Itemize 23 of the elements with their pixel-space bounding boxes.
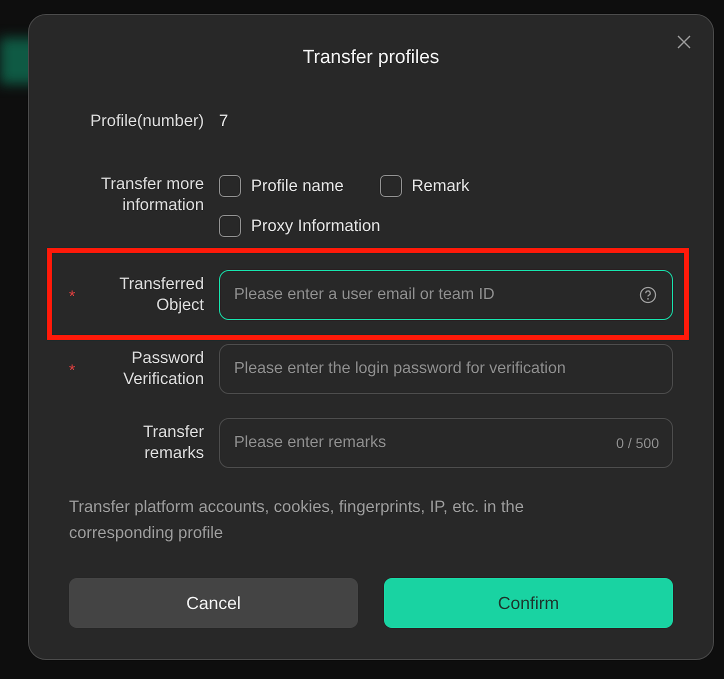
field-label: Password Verification xyxy=(122,348,204,390)
checkbox[interactable] xyxy=(219,215,241,237)
checkbox[interactable] xyxy=(380,175,402,197)
field-label: Transfer remarks xyxy=(142,422,204,464)
character-counter: 0 / 500 xyxy=(616,435,659,451)
checkbox-label: Proxy Information xyxy=(251,216,380,236)
cancel-button[interactable]: Cancel xyxy=(69,578,358,628)
help-icon[interactable] xyxy=(639,286,657,304)
field-label: Transferred Object xyxy=(118,274,204,316)
confirm-button[interactable]: Confirm xyxy=(384,578,673,628)
field-label: Profile(number) xyxy=(90,112,204,130)
dialog-title: Transfer profiles xyxy=(302,47,440,70)
profile-count: 7 xyxy=(219,112,228,131)
input-field[interactable]: Please enter the login password for verification xyxy=(219,344,673,394)
close-icon[interactable] xyxy=(677,35,691,49)
checkbox[interactable] xyxy=(219,175,241,197)
checkbox-label: Remark xyxy=(412,176,470,196)
checkbox-label: Profile name xyxy=(251,176,344,196)
description-text: Transfer platform accounts, cookies, fingerprints, IP, etc. in the corresponding profile xyxy=(69,497,525,544)
field-label: Transfer more information xyxy=(100,174,204,216)
input-field[interactable]: Please enter a user email or team ID xyxy=(219,270,673,320)
required-mark: * xyxy=(69,288,76,308)
required-mark: * xyxy=(69,362,76,382)
